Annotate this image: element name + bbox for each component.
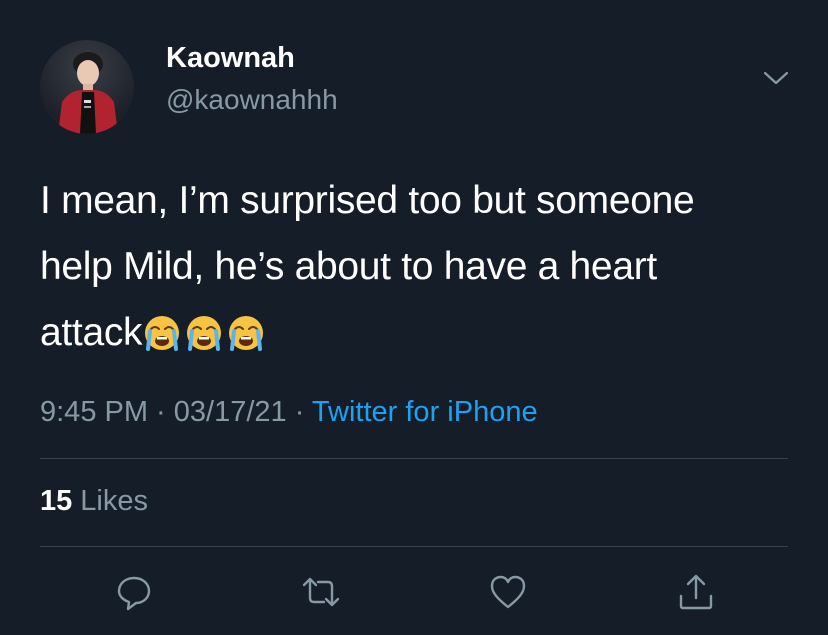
meta-separator: · <box>148 396 174 428</box>
tweet-time: 9:45 PM <box>40 396 148 428</box>
tweet-text-line: help Mild, he’s about to have a heart <box>40 245 657 288</box>
divider <box>40 458 788 459</box>
heart-icon[interactable] <box>488 572 528 612</box>
tweet-text: I mean, I’m surprised too but someone he… <box>40 168 800 366</box>
tweet-card: Kaownah @kaownahhh I mean, I’m surprised… <box>0 0 828 635</box>
user-handle[interactable]: @kaownahhh <box>166 84 338 116</box>
tweet-date: 03/17/21 <box>173 396 287 428</box>
likes-label: Likes <box>80 485 148 517</box>
likes-count: 15 <box>40 485 73 517</box>
chevron-down-icon[interactable] <box>762 64 790 92</box>
share-icon[interactable] <box>676 572 716 612</box>
tweet-text-line: I mean, I’m surprised too but someone <box>40 179 695 222</box>
loudly-crying-face-icon <box>142 313 182 353</box>
avatar[interactable] <box>40 40 134 134</box>
tweet-text-fragment: attack <box>40 311 143 354</box>
likes-stat[interactable]: 15 Likes <box>40 485 148 518</box>
tweet-source-link[interactable]: Twitter for iPhone <box>312 396 538 428</box>
meta-separator: · <box>286 396 312 428</box>
retweet-icon[interactable] <box>301 572 341 612</box>
tweet-text-line: attack <box>40 300 800 366</box>
user-display-name[interactable]: Kaownah <box>166 42 295 75</box>
loudly-crying-face-icon <box>226 313 266 353</box>
divider <box>40 546 788 547</box>
reply-icon[interactable] <box>114 572 154 612</box>
tweet-meta: 9:45 PM · 03/17/21 · Twitter for iPhone <box>40 396 538 429</box>
loudly-crying-face-icon <box>184 313 224 353</box>
